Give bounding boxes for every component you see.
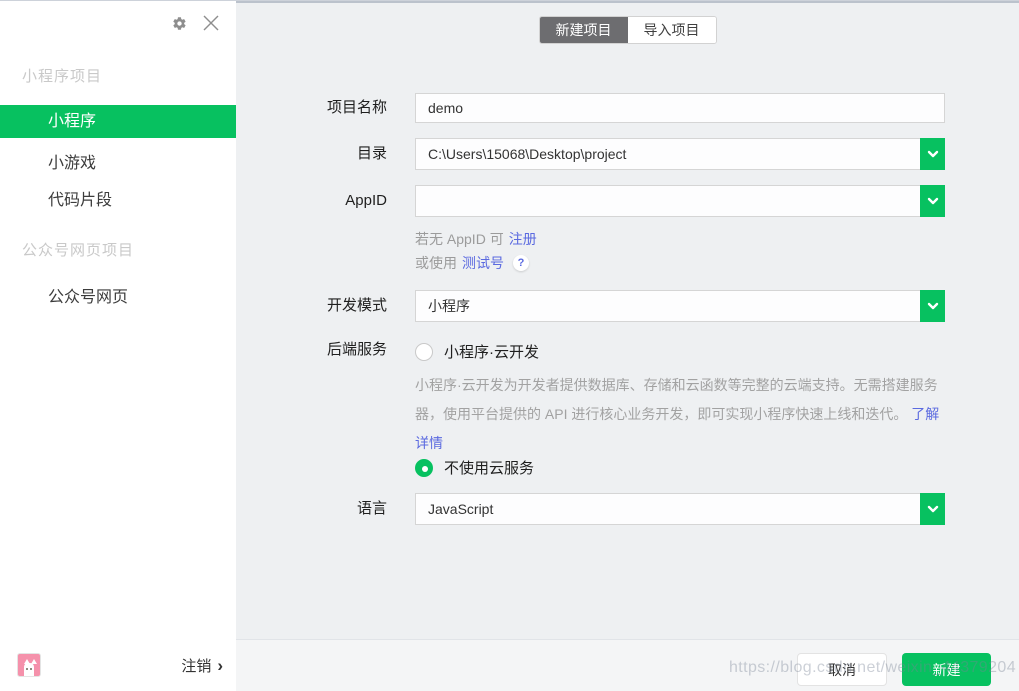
cloud-dev-radio-option[interactable]: 小程序·云开发: [415, 341, 539, 362]
cloud-dev-option-label: 小程序·云开发: [444, 344, 539, 361]
appid-select[interactable]: [415, 185, 945, 217]
project-name-input[interactable]: [415, 93, 945, 123]
avatar-cat-eye: [26, 668, 28, 670]
settings-gear-icon[interactable]: [168, 12, 190, 34]
window-controls: [168, 12, 222, 34]
test-account-link[interactable]: 测试号: [462, 251, 504, 275]
sidebar-item-minigame[interactable]: 小游戏: [0, 147, 236, 180]
project-tabs: 新建项目 导入项目: [538, 16, 717, 44]
chevron-right-icon: ›: [217, 656, 223, 675]
dev-mode-value: 小程序: [428, 298, 470, 314]
logout-label: 注销: [181, 658, 212, 675]
wechat-devtools-window: 小程序项目 小程序 小游戏 代码片段 公众号网页项目 公众号网页 注销 › 新建…: [0, 0, 1019, 691]
appid-hint-line1: 若无 AppID 可 注册: [415, 227, 537, 251]
no-cloud-radio-option[interactable]: 不使用云服务: [415, 457, 534, 478]
sidebar-group-miniprogram-project: 小程序项目: [22, 68, 103, 85]
help-question-icon[interactable]: ?: [513, 255, 529, 271]
chevron-down-icon[interactable]: [920, 290, 945, 322]
chevron-down-icon[interactable]: [920, 493, 945, 525]
appid-hint: 若无 AppID 可 注册 或使用 测试号 ?: [415, 227, 537, 275]
create-button[interactable]: 新建: [902, 653, 991, 686]
directory-label: 目录: [356, 145, 387, 162]
appid-label: AppID: [345, 192, 387, 209]
sidebar-item-code-snippet[interactable]: 代码片段: [0, 184, 236, 217]
close-icon[interactable]: [200, 12, 222, 34]
avatar-cat-face: [24, 663, 34, 676]
avatar-cat-eye: [30, 668, 32, 670]
no-cloud-option-label: 不使用云服务: [444, 460, 535, 477]
language-value: JavaScript: [428, 501, 494, 517]
footer-bar: 取消 新建 https://blog.csdn.net/weixin_44379…: [236, 639, 1019, 691]
appid-hint-line2: 或使用 测试号 ?: [415, 251, 537, 275]
appid-value: [428, 186, 914, 216]
user-avatar[interactable]: [17, 653, 41, 677]
directory-select[interactable]: C:\Users\15068\Desktop\project: [415, 138, 945, 170]
sidebar-item-official-account-webpage[interactable]: 公众号网页: [0, 281, 236, 314]
chevron-down-icon[interactable]: [920, 138, 945, 170]
sidebar-item-miniprogram[interactable]: 小程序: [0, 105, 236, 138]
radio-dot: [422, 465, 428, 472]
appid-hint-text: 或使用: [415, 255, 457, 271]
tab-import-project[interactable]: 导入项目: [627, 17, 716, 43]
register-link[interactable]: 注册: [509, 227, 537, 251]
appid-hint-text: 若无 AppID 可: [415, 231, 504, 247]
dev-mode-label: 开发模式: [326, 297, 387, 314]
radio-unchecked-icon[interactable]: [415, 342, 433, 361]
project-name-label: 项目名称: [326, 99, 387, 116]
new-project-panel: 新建项目 导入项目 项目名称 目录 C:\Users\15068\Desktop…: [236, 1, 1019, 691]
language-select[interactable]: JavaScript: [415, 493, 945, 525]
backend-service-label: 后端服务: [326, 341, 387, 358]
cloud-dev-description-text: 小程序·云开发为开发者提供数据库、存储和云函数等完整的云端支持。无需搭建服务器，…: [415, 377, 938, 422]
cancel-button[interactable]: 取消: [797, 653, 887, 686]
radio-checked-icon[interactable]: [415, 458, 433, 477]
logout-button[interactable]: 注销 ›: [181, 655, 223, 676]
cloud-dev-description: 小程序·云开发为开发者提供数据库、存储和云函数等完整的云端支持。无需搭建服务器，…: [415, 371, 953, 458]
chevron-down-icon[interactable]: [920, 185, 945, 217]
language-label: 语言: [356, 500, 387, 517]
tab-new-project[interactable]: 新建项目: [539, 17, 628, 43]
sidebar: 小程序项目 小程序 小游戏 代码片段 公众号网页项目 公众号网页 注销 ›: [0, 1, 236, 691]
dev-mode-select[interactable]: 小程序: [415, 290, 945, 322]
directory-value: C:\Users\15068\Desktop\project: [428, 146, 627, 162]
sidebar-group-official-account-project: 公众号网页项目: [22, 242, 135, 259]
